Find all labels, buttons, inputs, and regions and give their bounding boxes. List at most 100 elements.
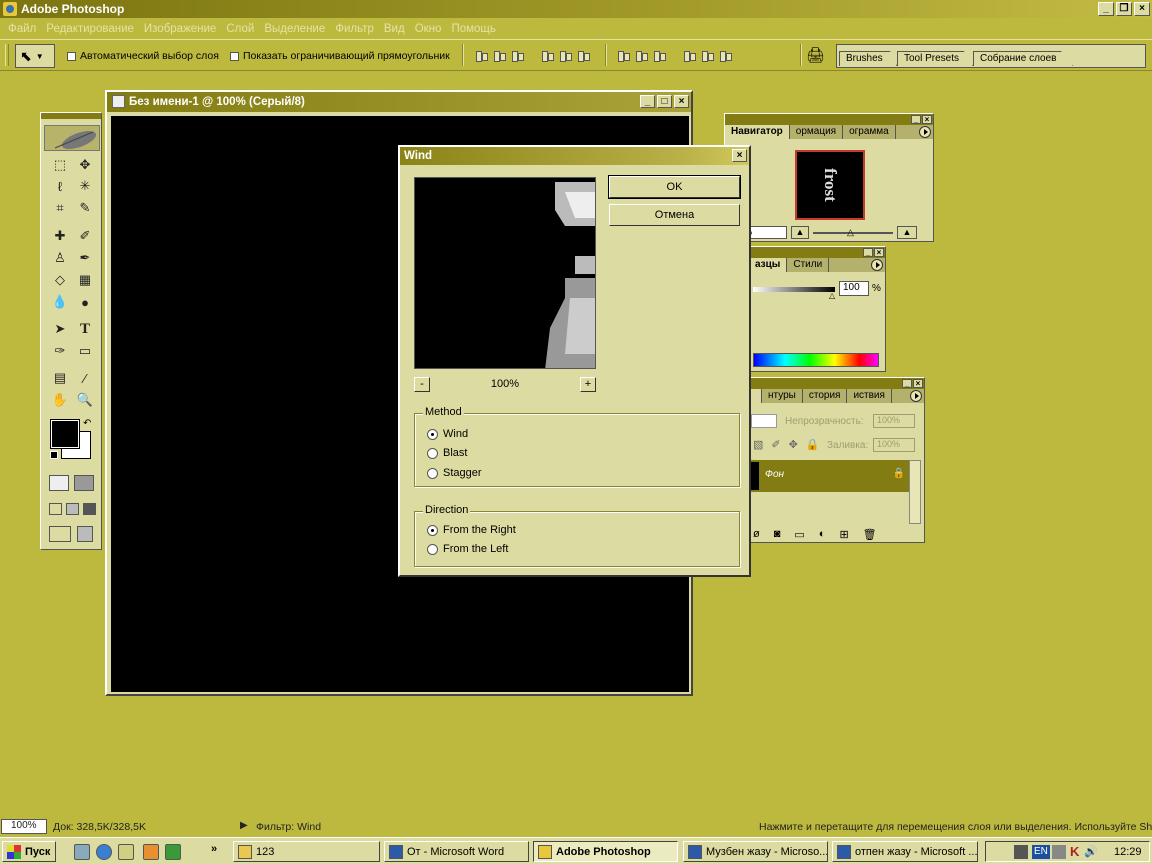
restore-button[interactable]: ❐ [1116,2,1132,16]
panel-title-bar[interactable]: _ × [749,247,885,258]
delete-layer-icon[interactable]: 🗑 [863,528,877,541]
panel-title-bar[interactable]: _ × [749,378,924,389]
slice-tool-icon[interactable]: ✎ [74,198,96,218]
eraser-tool-icon[interactable]: ◇ [49,270,71,290]
layer-mask-icon[interactable]: ◙ [774,528,781,541]
history-brush-icon[interactable]: ✒ [74,248,96,268]
navigator-thumbnail[interactable]: frost [795,150,865,220]
app-quicklaunch-icon[interactable] [143,844,159,860]
direction-left-radio[interactable]: From the Left [427,543,508,555]
menu-help[interactable]: Помощь [446,23,500,35]
dialog-title-bar[interactable]: Wind × [400,147,749,165]
opacity-field[interactable]: 100% [873,414,915,428]
close-button[interactable]: × [1134,2,1150,16]
align-hcenter-icon[interactable] [558,48,572,62]
lock-pixels-icon[interactable]: ✐ [771,438,780,451]
palette-tab-tool-presets[interactable]: Tool Presets [897,51,973,66]
marquee-tool-icon[interactable]: ⬚ [49,155,71,175]
layer-row[interactable]: Фон 🔒 [751,460,909,492]
tab-swatches[interactable]: азцы [749,258,788,272]
layers-scrollbar[interactable] [909,460,921,524]
standard-mode-icon[interactable] [49,475,69,491]
status-menu-arrow-icon[interactable]: ▶ [240,820,248,831]
distribute-left-icon[interactable] [682,48,696,62]
move-tool-icon[interactable]: ✥ [74,155,96,175]
desktop-icon[interactable] [74,844,90,860]
distribute-vcenter-icon[interactable] [634,48,648,62]
tab-histogram[interactable]: ограмма [843,125,896,139]
lasso-tool-icon[interactable]: ℓ [49,176,71,196]
distribute-hcenter-icon[interactable] [700,48,714,62]
tab-info[interactable]: ормация [790,125,844,139]
layer-style-icon[interactable]: ø [753,528,760,541]
tray-speaker-icon[interactable]: 🔊 [1084,845,1098,858]
panel-minimize-button[interactable]: _ [911,115,921,124]
rectangle-tool-icon[interactable]: ▭ [74,341,96,361]
menu-filter[interactable]: Фильтр [330,23,379,35]
tray-k-icon[interactable]: K [1070,844,1079,859]
panel-close-button[interactable]: × [913,379,923,388]
ok-button[interactable]: OK [608,175,741,199]
tab-paths[interactable]: нтуры [762,389,803,403]
taskbar-button-word-2[interactable]: Музбен жазу - Microso... [683,841,828,862]
align-left-icon[interactable] [540,48,554,62]
slider-thumb-icon[interactable]: △ [847,227,854,238]
jump-to-imageready-icon[interactable] [49,526,71,542]
show-bounding-box-checkbox[interactable]: Показать ограничивающий прямоугольник [230,50,450,62]
taskbar-button-word-3[interactable]: отпен жазу - Microsoft ... [832,841,978,862]
auto-select-layer-checkbox[interactable]: Автоматический выбор слоя [67,50,219,62]
blur-tool-icon[interactable]: 💧 [49,292,71,312]
doc-close-button[interactable]: × [674,95,689,108]
method-stagger-radio[interactable]: Stagger [427,467,482,479]
panel-menu-icon[interactable] [910,390,922,402]
pen-tool-icon[interactable]: ✑ [49,341,71,361]
method-wind-radio[interactable]: Wind [427,428,468,440]
document-title-bar[interactable]: Без имени-1 @ 100% (Серый/8) _ □ × [107,92,691,112]
zoom-in-button[interactable]: + [580,377,596,392]
distribute-right-icon[interactable] [718,48,732,62]
distribute-bottom-icon[interactable] [652,48,666,62]
screen-mode-full-menu-icon[interactable] [66,503,79,515]
panel-minimize-button[interactable]: _ [902,379,912,388]
type-tool-icon[interactable]: T [74,319,96,339]
language-indicator[interactable]: EN [1032,845,1050,859]
method-blast-radio[interactable]: Blast [427,447,467,459]
menu-window[interactable]: Окно [410,23,447,35]
tab-history[interactable]: стория [803,389,848,403]
menu-image[interactable]: Изображение [139,23,221,35]
panel-close-button[interactable]: × [922,115,932,124]
taskbar-button-word[interactable]: От - Microsoft Word [384,841,529,862]
tool-preset-picker[interactable]: ⬉ ▼ [15,44,55,68]
zoom-in-icon[interactable]: ▲ [897,226,917,239]
dialog-close-button[interactable]: × [732,149,747,162]
fill-field[interactable]: 100% [873,438,915,452]
eyedropper-icon[interactable]: ⁄ [74,368,96,388]
menu-view[interactable]: Вид [379,23,410,35]
gray-value-field[interactable]: 100 [839,281,869,296]
cancel-button[interactable]: Отмена [609,204,740,226]
panel-close-button[interactable]: × [874,248,884,257]
excel-icon[interactable] [165,844,181,860]
notes-tool-icon[interactable]: ▤ [49,368,71,388]
gradient-tool-icon[interactable]: ▦ [74,270,96,290]
gray-slider[interactable] [753,287,835,292]
default-colors-icon[interactable] [50,451,58,459]
tray-network-icon[interactable] [1052,845,1066,859]
path-selection-icon[interactable]: ➤ [49,319,71,339]
menu-select[interactable]: Выделение [259,23,330,35]
zoom-out-icon[interactable]: ▲ [791,226,809,239]
direction-right-radio[interactable]: From the Right [427,524,516,536]
color-ramp[interactable] [753,353,879,367]
panel-title-bar[interactable]: _ × [725,114,933,125]
menu-file[interactable]: Файл [3,23,41,35]
adobe-online-logo[interactable] [44,125,100,151]
healing-brush-icon[interactable]: ✚ [49,226,71,246]
quicklaunch-more[interactable]: » [211,843,217,855]
palette-tab-layer-comps[interactable]: Собрание слоев [973,51,1073,66]
taskbar-button-photoshop[interactable]: Adobe Photoshop [533,841,678,862]
filter-preview[interactable] [414,177,596,369]
quick-mask-icon[interactable] [74,475,94,491]
blend-mode-select[interactable] [751,414,777,428]
crop-tool-icon[interactable]: ⌗ [49,198,71,218]
taskbar-button-folder[interactable]: 123 [233,841,380,862]
